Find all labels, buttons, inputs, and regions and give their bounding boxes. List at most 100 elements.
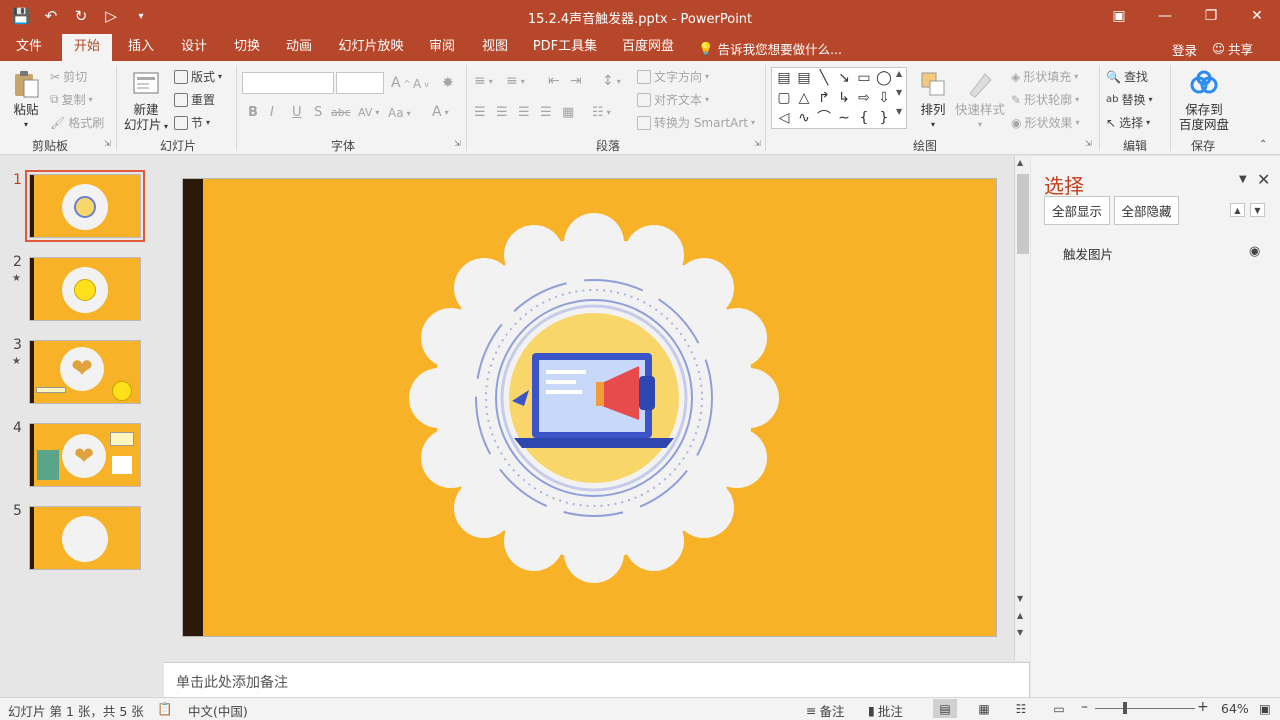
share-button[interactable]: ☺ 共享 bbox=[1212, 39, 1253, 58]
zoom-slider[interactable] bbox=[1095, 708, 1195, 709]
send-backward-icon[interactable]: ▼ bbox=[1250, 203, 1265, 217]
scroll-up-icon[interactable]: ▲ bbox=[1017, 158, 1023, 167]
increase-indent-icon[interactable]: ⇥ bbox=[570, 73, 582, 89]
notes-toggle[interactable]: ≡ 备注 bbox=[806, 701, 845, 720]
tab-home[interactable]: 开始 bbox=[62, 34, 112, 61]
arrange-button[interactable]: 排列 ▾ bbox=[916, 69, 950, 132]
show-all-button[interactable]: 全部显示 bbox=[1044, 196, 1110, 225]
slide-thumbnail-5[interactable] bbox=[29, 506, 141, 570]
tab-view[interactable]: 视图 bbox=[474, 34, 516, 61]
slide-thumbnail-4[interactable]: ❤ bbox=[29, 423, 141, 487]
slideshow-view-icon[interactable]: ▭ bbox=[1047, 699, 1071, 718]
font-launcher-icon[interactable]: ⇲ bbox=[454, 139, 461, 148]
clipboard-launcher-icon[interactable]: ⇲ bbox=[104, 139, 111, 148]
save-to-baidu-button[interactable]: 保存到 百度网盘 bbox=[1176, 69, 1232, 132]
rounded-rect-shape-icon[interactable]: ▢ bbox=[776, 90, 792, 106]
tab-slideshow[interactable]: 幻灯片放映 bbox=[332, 34, 410, 61]
text-direction-button[interactable]: 文字方向 ▾ bbox=[637, 68, 709, 85]
bring-forward-icon[interactable]: ▲ bbox=[1230, 203, 1245, 217]
oval-shape-icon[interactable]: ◯ bbox=[876, 70, 892, 86]
italic-button[interactable]: I bbox=[270, 105, 274, 120]
format-painter-button[interactable]: 🖌 格式刷 bbox=[50, 114, 104, 131]
reset-button[interactable]: 重置 bbox=[174, 91, 215, 108]
left-brace-shape-icon[interactable]: { bbox=[856, 110, 872, 126]
change-case-button[interactable]: Aa ▾ bbox=[388, 106, 411, 120]
hide-all-button[interactable]: 全部隐藏 bbox=[1114, 196, 1179, 225]
language-indicator[interactable]: 中文(中国) bbox=[188, 701, 248, 720]
scribble-shape-icon[interactable]: ∿ bbox=[796, 110, 812, 126]
elbow-arrow-shape-icon[interactable]: ↳ bbox=[836, 90, 852, 106]
font-color-button[interactable]: A ▾ bbox=[432, 104, 449, 120]
reading-view-icon[interactable]: ☷ bbox=[1009, 699, 1033, 718]
vtextbox-shape-icon[interactable]: ▤ bbox=[796, 70, 812, 86]
bullets-icon[interactable]: ≡ ▾ bbox=[474, 73, 493, 89]
current-slide[interactable] bbox=[182, 178, 997, 637]
zoom-in-icon[interactable]: + bbox=[1197, 699, 1209, 715]
zoom-level[interactable]: 64% bbox=[1221, 701, 1249, 716]
tab-transitions[interactable]: 切换 bbox=[226, 34, 268, 61]
tab-review[interactable]: 审阅 bbox=[421, 34, 463, 61]
tab-file[interactable]: 文件 bbox=[8, 34, 50, 61]
curve-shape-icon[interactable]: ∼ bbox=[836, 110, 852, 126]
line-shape-icon[interactable]: ╲ bbox=[816, 70, 832, 86]
strikethrough-button[interactable]: abc bbox=[331, 106, 351, 119]
char-spacing-button[interactable]: AV ▾ bbox=[358, 106, 379, 119]
shape-outline-button[interactable]: ✎ 形状轮廓 ▾ bbox=[1011, 91, 1079, 108]
section-button[interactable]: 节 ▾ bbox=[174, 114, 210, 131]
spellcheck-icon[interactable]: 📋 bbox=[157, 701, 173, 717]
paste-button[interactable]: 粘贴 ▾ bbox=[8, 69, 44, 132]
slide-thumbnail-2[interactable] bbox=[29, 257, 141, 321]
tell-me-box[interactable]: 💡 告诉我您想要做什么... bbox=[698, 39, 842, 58]
shape-fill-button[interactable]: ◈ 形状填充 ▾ bbox=[1011, 68, 1078, 85]
bold-button[interactable]: B bbox=[248, 105, 258, 120]
line-spacing-icon[interactable]: ↕ ▾ bbox=[602, 73, 621, 89]
comments-toggle[interactable]: ▮ 批注 bbox=[868, 701, 903, 720]
clear-format-icon[interactable]: ✸ bbox=[442, 75, 454, 91]
underline-button[interactable]: U bbox=[292, 105, 302, 120]
align-center-icon[interactable]: ☰ bbox=[496, 105, 508, 120]
tab-animations[interactable]: 动画 bbox=[278, 34, 320, 61]
arrow-line-shape-icon[interactable]: ↘ bbox=[836, 70, 852, 86]
new-slide-button[interactable]: 新建 幻灯片 ▾ bbox=[122, 69, 170, 134]
elbow-shape-icon[interactable]: ↱ bbox=[816, 90, 832, 106]
align-right-icon[interactable]: ☰ bbox=[518, 105, 530, 120]
decrease-indent-icon[interactable]: ⇤ bbox=[548, 73, 560, 89]
restore-button[interactable]: ❐ bbox=[1188, 0, 1234, 32]
select-button[interactable]: ↖ 选择 ▾ bbox=[1106, 114, 1150, 131]
minimize-button[interactable]: — bbox=[1142, 0, 1188, 32]
align-left-icon[interactable]: ☰ bbox=[474, 105, 486, 120]
slide-sorter-icon[interactable]: ▦ bbox=[972, 699, 996, 718]
visibility-eye-icon[interactable]: ◉ bbox=[1249, 244, 1260, 259]
shape-effects-button[interactable]: ◉ 形状效果 ▾ bbox=[1011, 114, 1080, 131]
right-arrow-shape-icon[interactable]: ⇨ bbox=[856, 90, 872, 106]
font-size-combo[interactable] bbox=[336, 72, 384, 94]
tab-insert[interactable]: 插入 bbox=[120, 34, 162, 61]
align-text-button[interactable]: 对齐文本 ▾ bbox=[637, 91, 709, 108]
tab-pdf-tools[interactable]: PDF工具集 bbox=[528, 34, 602, 61]
columns-icon[interactable]: ☷ ▾ bbox=[592, 105, 611, 120]
textbox-shape-icon[interactable]: ▤ bbox=[776, 70, 792, 86]
numbering-icon[interactable]: ≡ ▾ bbox=[506, 73, 525, 89]
normal-view-icon[interactable]: ▤ bbox=[933, 699, 957, 718]
scroll-down-icon[interactable]: ▼ bbox=[1017, 594, 1023, 603]
triangle-shape-icon[interactable]: △ bbox=[796, 90, 812, 106]
selection-item[interactable]: 触发图片 bbox=[1063, 244, 1113, 263]
collapse-ribbon-icon[interactable]: ⌃ bbox=[1259, 139, 1267, 150]
font-name-combo[interactable] bbox=[242, 72, 334, 94]
down-arrow-shape-icon[interactable]: ⇩ bbox=[876, 90, 892, 106]
freeform-shape-icon[interactable]: ◁ bbox=[776, 110, 792, 126]
distribute-icon[interactable]: ▦ bbox=[562, 105, 574, 120]
replace-button[interactable]: ab 替换 ▾ bbox=[1106, 91, 1153, 108]
grow-font-icon[interactable]: A ^ bbox=[391, 75, 410, 91]
login-link[interactable]: 登录 bbox=[1172, 40, 1197, 59]
fit-to-window-icon[interactable]: ▣ bbox=[1259, 701, 1271, 716]
notes-pane[interactable]: 单击此处添加备注 bbox=[164, 662, 1030, 697]
zoom-slider-knob[interactable] bbox=[1123, 702, 1127, 714]
tab-baidu-pan[interactable]: 百度网盘 bbox=[612, 34, 684, 61]
cut-button[interactable]: ✂ 剪切 bbox=[50, 68, 87, 85]
right-brace-shape-icon[interactable]: } bbox=[876, 110, 892, 126]
notes-placeholder[interactable]: 单击此处添加备注 bbox=[176, 672, 288, 692]
slide-thumbnail-3[interactable]: ❤ bbox=[29, 340, 141, 404]
shadow-button[interactable]: S bbox=[314, 105, 322, 120]
paragraph-launcher-icon[interactable]: ⇲ bbox=[754, 139, 761, 148]
